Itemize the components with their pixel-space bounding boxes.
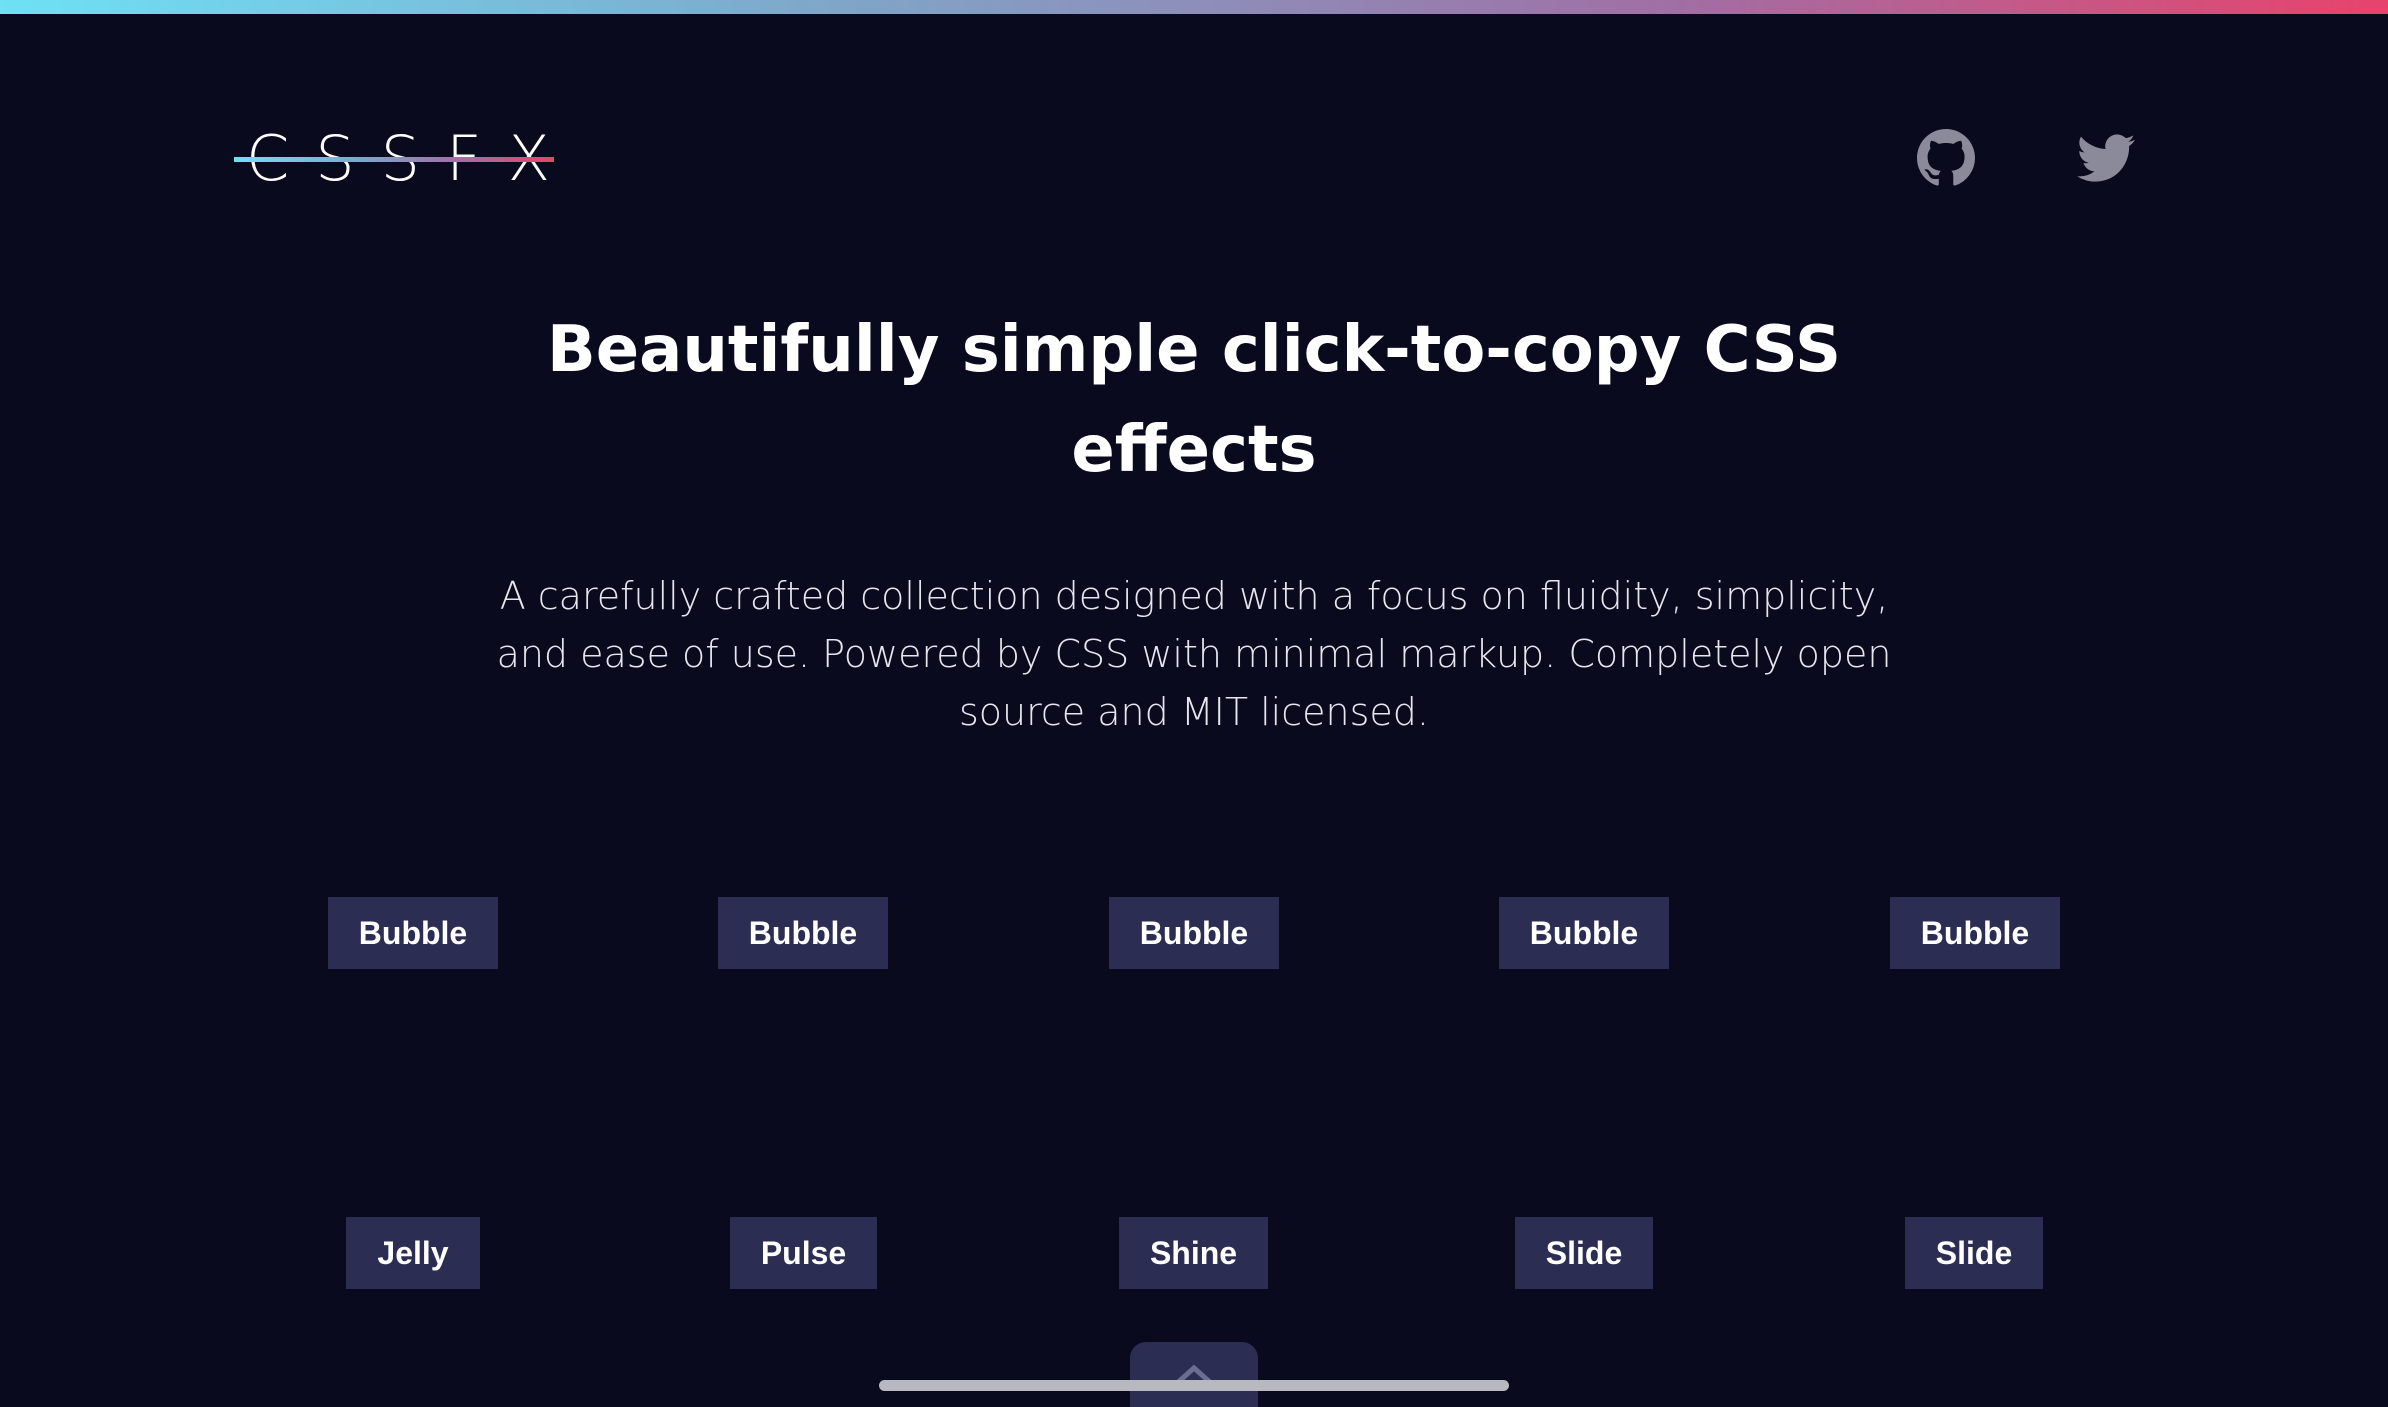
github-icon	[1917, 129, 1975, 186]
hero-title-line-1: Beautifully simple click-to-copy CSS	[546, 313, 1842, 387]
effect-bubble-button[interactable]: Bubble	[1890, 897, 2060, 969]
scroll-to-top-button[interactable]	[1130, 1342, 1258, 1407]
effect-shine-button[interactable]: Shine	[1119, 1217, 1268, 1289]
twitter-icon	[2077, 134, 2135, 182]
twitter-link[interactable]	[2076, 128, 2136, 188]
hero-title-line-2: effects	[1071, 413, 1317, 487]
home-indicator[interactable]	[879, 1380, 1509, 1391]
logo-strike-line	[234, 157, 554, 162]
logo[interactable]: CSSFX	[234, 124, 554, 194]
effect-bubble-button[interactable]: Bubble	[718, 897, 888, 969]
effect-slide-button[interactable]: Slide	[1905, 1217, 2043, 1289]
effect-bubble-button[interactable]: Bubble	[1109, 897, 1279, 969]
hero-desc-line-3: source and MIT licensed.	[959, 690, 1429, 734]
hero-desc-line-1: A carefully crafted collection designed …	[499, 574, 1889, 618]
github-link[interactable]	[1916, 128, 1976, 188]
hero-title: Beautifully simple click-to-copy CSS eff…	[494, 300, 1894, 500]
effect-slide-button[interactable]: Slide	[1515, 1217, 1653, 1289]
hero-description: A carefully crafted collection designed …	[494, 567, 1894, 741]
page: CSSFX Beautifully simple click-to-copy C…	[0, 0, 2388, 1407]
effect-pulse-button[interactable]: Pulse	[730, 1217, 877, 1289]
effect-bubble-button[interactable]: Bubble	[328, 897, 498, 969]
gradient-top-bar	[0, 0, 2388, 14]
effect-bubble-button[interactable]: Bubble	[1499, 897, 1669, 969]
hero-desc-line-2: and ease of use. Powered by CSS with min…	[496, 632, 1892, 676]
effect-jelly-button[interactable]: Jelly	[346, 1217, 480, 1289]
